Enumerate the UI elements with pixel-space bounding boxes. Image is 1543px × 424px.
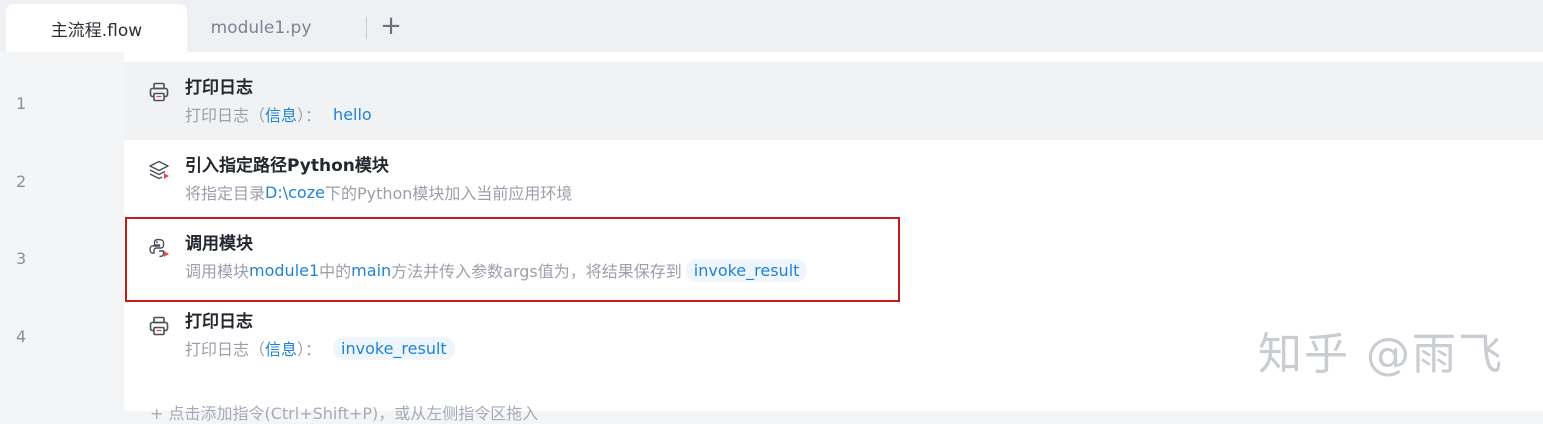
desc-text: 将指定目录 bbox=[185, 184, 266, 203]
desc-keyword: 信息 bbox=[265, 340, 298, 359]
watermark: 知乎 @雨飞 bbox=[1258, 329, 1504, 380]
layers-icon bbox=[149, 160, 169, 180]
desc-text: 打印日志（ bbox=[185, 340, 266, 359]
selected-step-outline bbox=[125, 217, 900, 302]
step-description: 打印日志（ 信息 ）： hello bbox=[185, 102, 372, 126]
line-number: 4 bbox=[16, 327, 27, 346]
desc-text: ）： bbox=[297, 106, 322, 125]
step-description: 将指定目录 D:\coze 下的Python模块加入当前应用环境 bbox=[185, 180, 572, 204]
step-title: 打印日志 bbox=[185, 78, 253, 98]
tab-bar: 主流程.flow module1.py + bbox=[0, 0, 1543, 52]
tab-main-flow[interactable]: 主流程.flow bbox=[6, 4, 187, 52]
step-title: 引入指定路径Python模块 bbox=[185, 156, 389, 176]
desc-keyword: hello bbox=[333, 104, 372, 124]
desc-text: 打印日志（ bbox=[185, 106, 266, 125]
desc-text: ）： bbox=[297, 340, 322, 359]
line-number: 2 bbox=[16, 172, 27, 191]
tab-label: 主流程.flow bbox=[50, 20, 143, 41]
printer-icon bbox=[149, 316, 169, 336]
step-import-python-module[interactable]: 引入指定路径Python模块 将指定目录 D:\coze 下的Python模块加… bbox=[124, 140, 1543, 218]
line-number: 3 bbox=[16, 249, 27, 268]
tab-module1-py[interactable]: module1.py bbox=[187, 4, 335, 52]
add-tab-button[interactable]: + bbox=[378, 13, 404, 41]
line-gutter: 1 2 3 4 bbox=[0, 52, 124, 411]
line-number: 1 bbox=[16, 94, 27, 113]
variable-chip[interactable]: invoke_result bbox=[333, 336, 455, 360]
tab-label: module1.py bbox=[210, 18, 312, 38]
desc-keyword: 信息 bbox=[265, 106, 298, 125]
tab-separator bbox=[366, 17, 367, 39]
desc-text: 下的Python模块加入当前应用环境 bbox=[324, 184, 573, 203]
printer-icon bbox=[149, 82, 169, 102]
step-title: 打印日志 bbox=[185, 312, 253, 332]
step-print-log[interactable]: 打印日志 打印日志（ 信息 ）： hello bbox=[124, 62, 1543, 140]
add-instruction-hint[interactable]: + 点击添加指令(Ctrl+Shift+P)，或从左侧指令区拖入 bbox=[150, 400, 538, 424]
step-description: 打印日志（ 信息 ）： invoke_result bbox=[185, 336, 455, 360]
desc-keyword: D:\coze bbox=[265, 182, 325, 202]
